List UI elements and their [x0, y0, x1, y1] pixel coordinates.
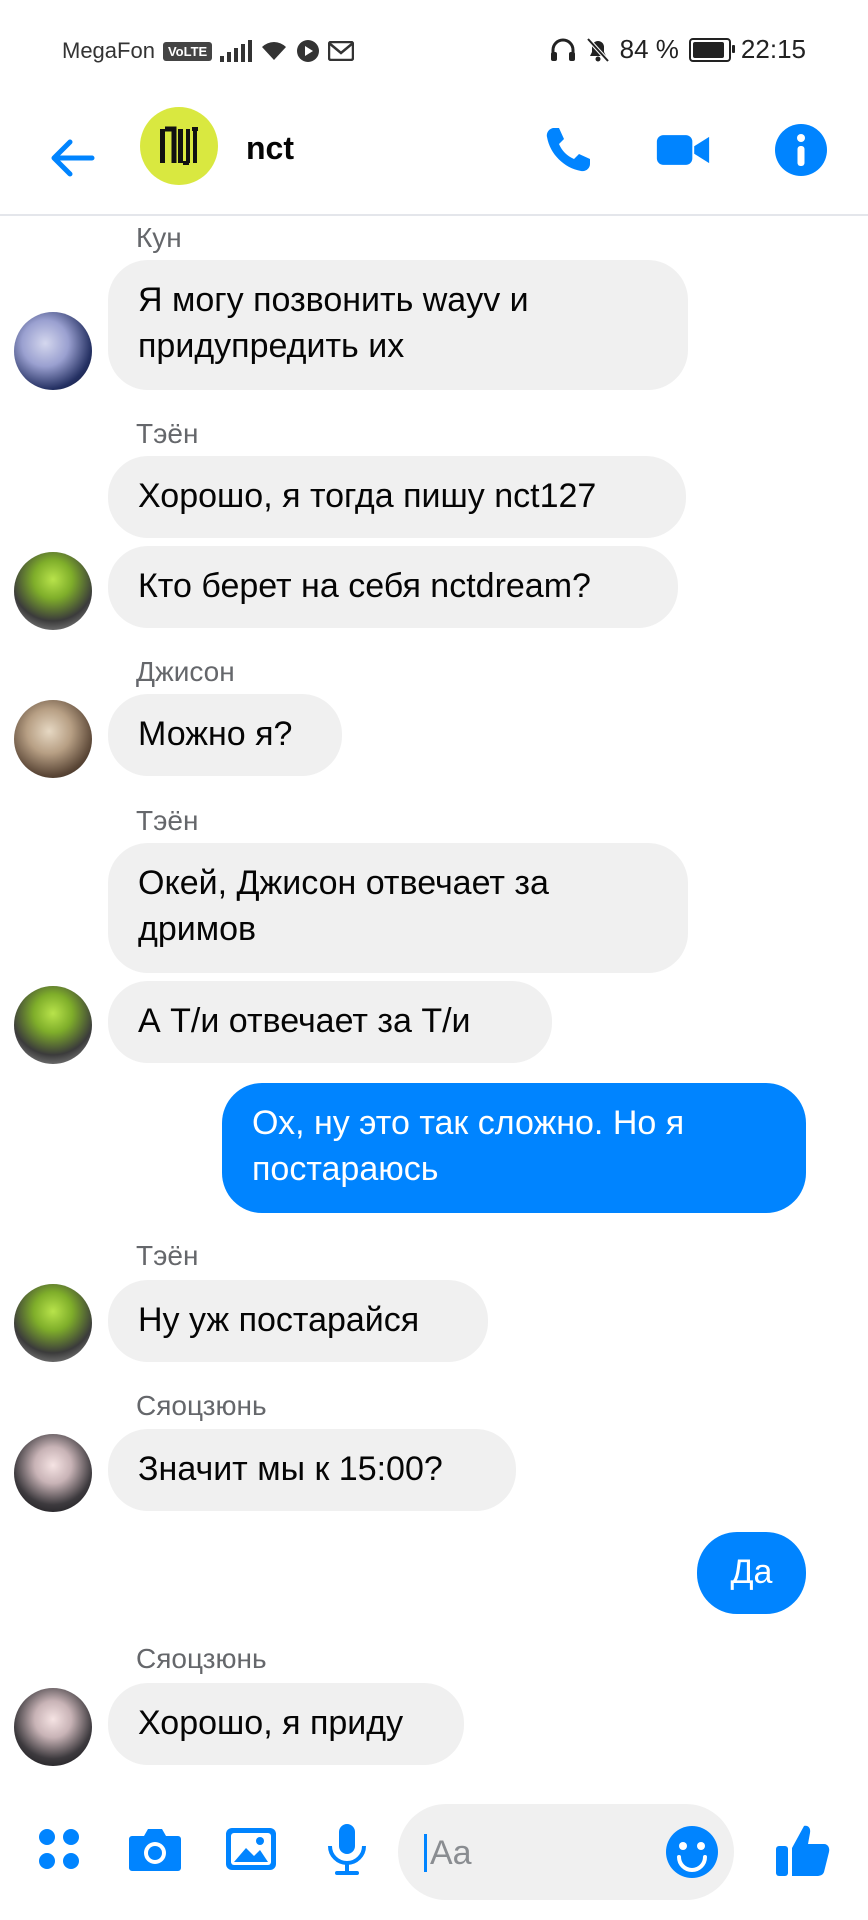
chat-title[interactable]: nct [246, 130, 294, 167]
apps-icon[interactable] [30, 1820, 88, 1878]
group-avatar[interactable] [140, 107, 218, 185]
text-caret [424, 1834, 427, 1872]
sender-name: Тэён [136, 1240, 199, 1271]
message-bubble[interactable]: Можно я? [108, 694, 342, 776]
message-bubble[interactable]: Окей, Джисон отвечает за дримов [108, 843, 688, 973]
signal-icon [220, 40, 253, 62]
mute-bell-icon [586, 37, 610, 62]
video-camera-icon[interactable] [655, 122, 711, 178]
wifi-icon [262, 42, 287, 60]
status-bar: MegaFon VoLTE 84 % 22:15 [0, 0, 868, 100]
battery-percent: 84 % [619, 34, 679, 64]
avatar[interactable] [14, 1688, 92, 1766]
message-bubble-outgoing[interactable]: Да [697, 1532, 806, 1614]
microphone-icon[interactable] [318, 1820, 376, 1878]
message-bubble[interactable]: Кто берет на себя nctdream? [108, 546, 678, 628]
play-icon [297, 40, 320, 62]
message-bubble-outgoing[interactable]: Ох, ну это так сложно. Но я постараюсь [222, 1083, 806, 1213]
status-left: MegaFon VoLTE [62, 38, 355, 64]
message-bubble[interactable]: Хорошо, я приду [108, 1683, 464, 1765]
chat-header: nct [0, 100, 868, 216]
camera-icon[interactable] [126, 1820, 184, 1878]
message-bubble[interactable]: Я могу позвонить wayv и придупредить их [108, 260, 688, 390]
avatar[interactable] [14, 552, 92, 630]
back-arrow-icon[interactable] [44, 130, 100, 186]
headphones-icon [550, 38, 575, 61]
sender-name: Джисон [136, 656, 235, 687]
message-input[interactable] [428, 1826, 652, 1880]
avatar[interactable] [14, 1284, 92, 1362]
avatar[interactable] [14, 312, 92, 390]
status-right: 84 % 22:15 [550, 34, 806, 65]
gallery-icon[interactable] [222, 1820, 280, 1878]
message-bubble[interactable]: Ну уж постарайся [108, 1280, 488, 1362]
avatar[interactable] [14, 1434, 92, 1512]
clock: 22:15 [740, 34, 806, 64]
message-input-container[interactable] [398, 1804, 734, 1900]
battery-icon [688, 37, 735, 62]
composer-bar [0, 1790, 868, 1920]
phone-icon[interactable] [540, 122, 596, 178]
info-icon[interactable] [773, 122, 829, 178]
like-icon[interactable] [772, 1820, 832, 1880]
message-bubble[interactable]: Значит мы к 15:00? [108, 1429, 516, 1511]
sender-name: Кун [136, 222, 182, 253]
sender-name: Сяоцзюнь [136, 1643, 267, 1674]
avatar[interactable] [14, 700, 92, 778]
sender-name: Сяоцзюнь [136, 1390, 267, 1421]
volte-badge: VoLTE [162, 41, 213, 61]
emoji-icon[interactable] [664, 1824, 720, 1880]
message-bubble[interactable]: А Т/и отвечает за Т/и [108, 981, 552, 1063]
mail-icon [328, 41, 355, 61]
sender-name: Тэён [136, 805, 199, 836]
nct-logo [160, 126, 198, 165]
avatar[interactable] [14, 986, 92, 1064]
message-bubble[interactable]: Хорошо, я тогда пишу nct127 [108, 456, 686, 538]
sender-name: Тэён [136, 418, 199, 449]
carrier-name: MegaFon [62, 38, 155, 63]
